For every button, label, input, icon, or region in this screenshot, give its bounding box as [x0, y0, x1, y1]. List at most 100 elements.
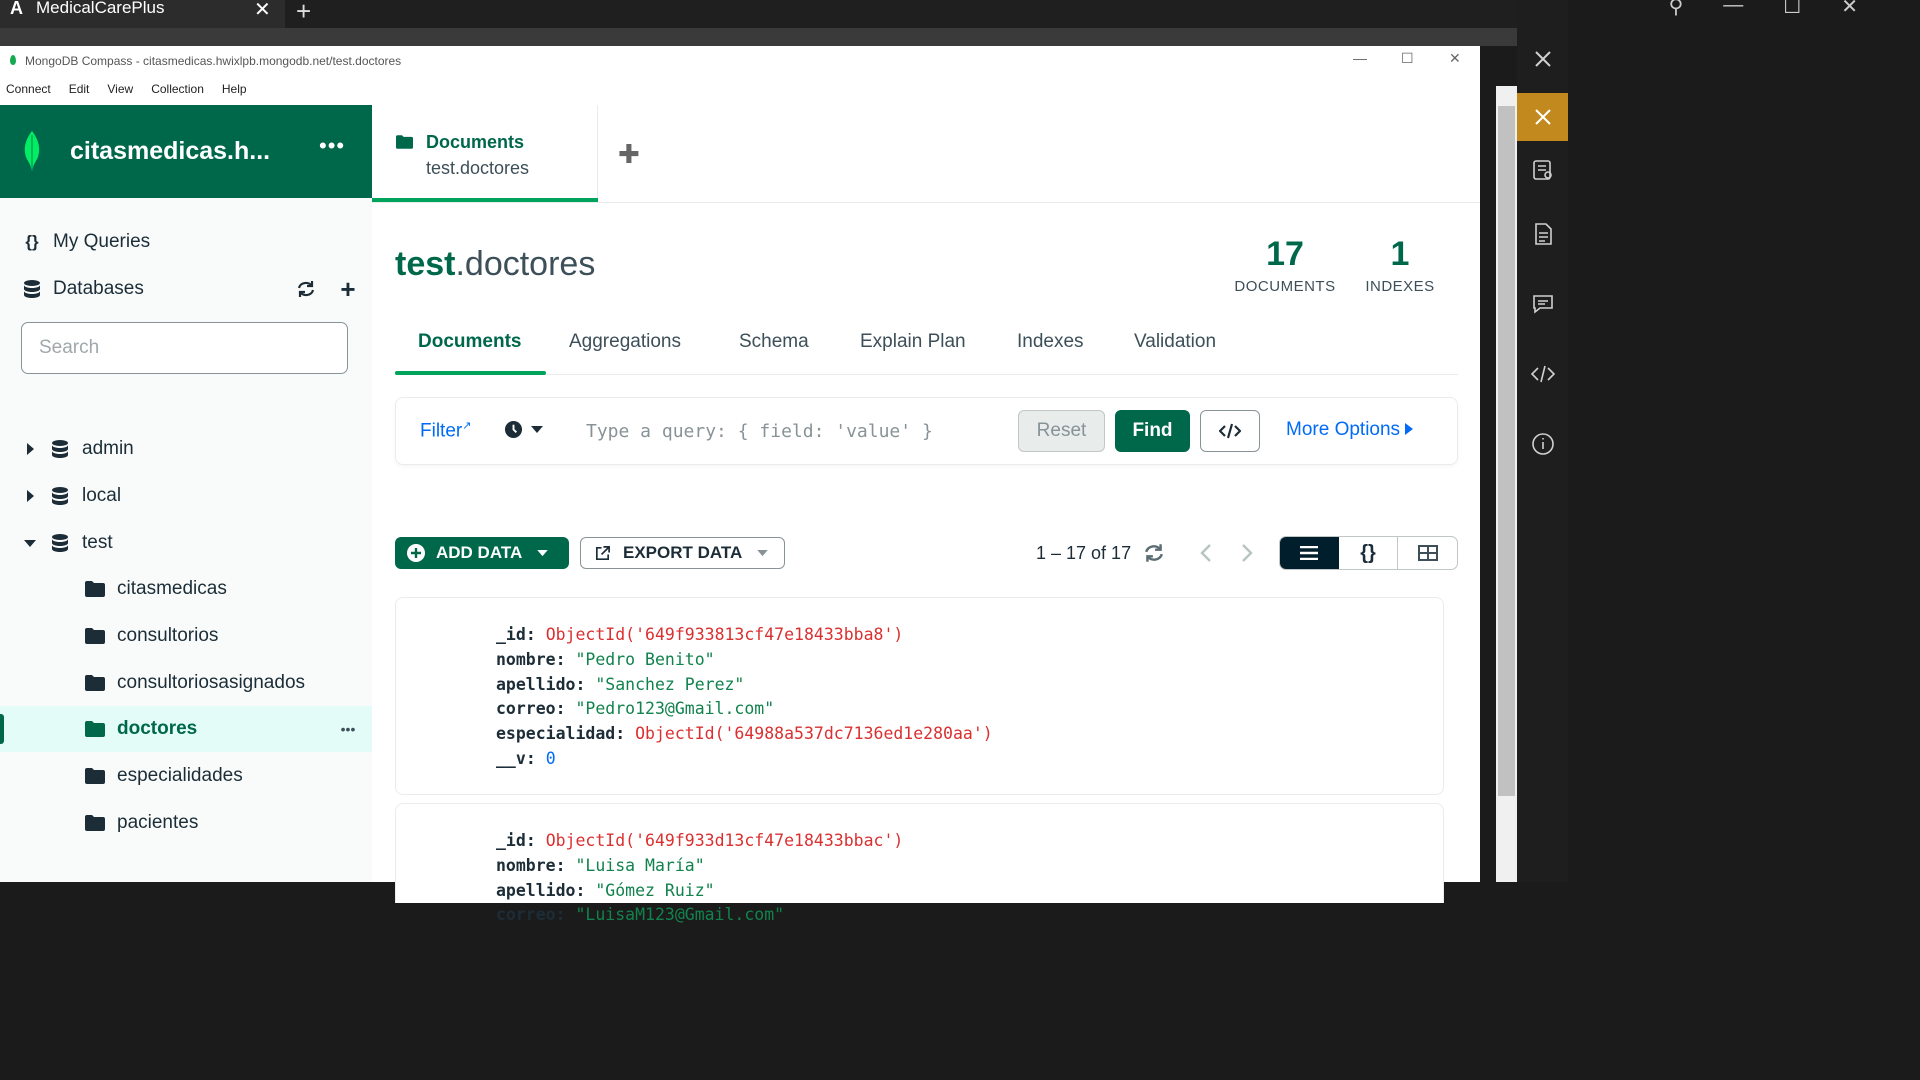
create-database-icon[interactable]: + [338, 274, 358, 305]
window-scrollbar[interactable] [1496, 86, 1517, 882]
query-history-button[interactable] [504, 420, 543, 439]
document-icon[interactable] [1517, 210, 1568, 258]
menu-view[interactable]: View [101, 82, 140, 102]
document-card[interactable]: _id: ObjectId('649f933d13cf47e18433bbac'… [395, 803, 1444, 924]
sidebar-item-databases[interactable]: Databases + [0, 266, 372, 312]
reader-view-icon[interactable] [1517, 146, 1568, 194]
export-to-language-button[interactable] [1200, 410, 1260, 452]
browser-close-icon[interactable]: ✕ [1841, 0, 1858, 19]
field-key: nombre [496, 856, 556, 875]
field-colon: : [615, 724, 636, 743]
field-nombre: nombre: "Luisa María" [496, 856, 705, 875]
field-key: _id [496, 831, 526, 850]
browser-tab[interactable]: A MedicalCarePlus ✕ [0, 0, 285, 28]
workspace-tab-documents[interactable]: Documents test.doctores [372, 105, 598, 202]
json-view-button[interactable]: {} [1339, 537, 1399, 569]
search-input[interactable] [22, 323, 347, 373]
caret-down-icon [757, 549, 769, 556]
folder-icon [85, 628, 105, 644]
list-view-button[interactable] [1280, 537, 1339, 569]
field-value: "Luisa María" [575, 856, 705, 875]
collection-more-icon[interactable]: ••• [338, 721, 358, 737]
query-input[interactable] [586, 412, 1006, 450]
browser-tab-close-icon[interactable]: ✕ [254, 0, 271, 22]
tab-documents[interactable]: Documents [418, 331, 521, 353]
code-view-icon[interactable] [1517, 350, 1568, 398]
browser-tab-title: MedicalCarePlus [36, 0, 165, 17]
tab-schema[interactable]: Schema [739, 331, 809, 353]
sidebar-collection-consultoriosasignados[interactable]: consultoriosasignados [0, 660, 372, 706]
tab-namespace: test.doctores [426, 158, 530, 178]
database-icon [50, 486, 70, 506]
connection-name[interactable]: citasmedicas.h... [70, 137, 270, 166]
next-page-icon[interactable] [1241, 543, 1253, 568]
sidebar-collection-especialidades[interactable]: especialidades [0, 753, 372, 799]
document-card[interactable]: _id: ObjectId('649f933813cf47e18433bba8'… [395, 597, 1444, 795]
browser-minimize-icon[interactable]: — [1723, 0, 1743, 19]
tab-indexes[interactable]: Indexes [1017, 331, 1084, 353]
menu-help[interactable]: Help [216, 82, 254, 102]
main-panel: Documents test.doctores ✚ test.doctores … [372, 105, 1480, 924]
tab-explain-plan[interactable]: Explain Plan [860, 331, 966, 353]
panel-active-close-icon[interactable] [1517, 93, 1568, 141]
sidebar-collection-doctores[interactable]: doctores ••• [0, 706, 372, 752]
field-value: ObjectId('649f933d13cf47e18433bbac') [545, 831, 904, 850]
menu-collection[interactable]: Collection [145, 82, 211, 102]
filter-label: Filter [420, 420, 463, 442]
panel-close-icon[interactable] [1517, 35, 1568, 83]
sidebar-db-test[interactable]: test [0, 520, 372, 566]
filter-link[interactable]: Filter↗ [420, 419, 471, 442]
export-data-button[interactable]: EXPORT DATA [580, 537, 785, 569]
refresh-databases-icon[interactable] [296, 280, 316, 298]
browser-search-icon[interactable]: ⚲ [1669, 0, 1684, 19]
database-icon [50, 439, 70, 459]
collection-subtabs: Documents Aggregations Schema Explain Pl… [395, 319, 1458, 375]
more-options-button[interactable]: More Options [1286, 419, 1414, 441]
collection-name: doctores [117, 718, 198, 739]
window-close-icon[interactable]: ✕ [1449, 50, 1461, 67]
caret-right-icon[interactable] [20, 490, 40, 502]
add-data-button[interactable]: ADD DATA [395, 537, 569, 569]
collection-name: citasmedicas [117, 578, 227, 599]
scrollbar-thumb[interactable] [1498, 106, 1515, 796]
sidebar-collection-citasmedicas[interactable]: citasmedicas [0, 566, 372, 612]
collection-name-title: .doctores [455, 245, 596, 283]
field-apellido: apellido: "Gómez Ruiz" [496, 881, 715, 900]
more-options-label: More Options [1286, 419, 1401, 440]
window-minimize-icon[interactable]: — [1353, 50, 1367, 66]
new-tab-button[interactable]: + [296, 0, 311, 27]
caret-right-icon[interactable] [20, 443, 40, 455]
external-link-icon: ↗ [462, 420, 472, 432]
connection-menu-icon[interactable]: ••• [319, 133, 345, 159]
window-maximize-icon[interactable]: ☐ [1401, 50, 1414, 67]
field-key: apellido [496, 675, 576, 694]
sidebar-collection-consultorios[interactable]: consultorios [0, 613, 372, 659]
table-view-button[interactable] [1398, 537, 1457, 569]
find-button[interactable]: Find [1115, 410, 1190, 452]
sidebar-item-my-queries[interactable]: {} My Queries [0, 219, 372, 265]
menu-edit[interactable]: Edit [63, 82, 97, 102]
folder-icon [85, 581, 105, 597]
code-icon [1219, 423, 1241, 439]
folder-icon [85, 815, 105, 831]
reset-button[interactable]: Reset [1018, 410, 1105, 452]
menu-connect[interactable]: Connect [0, 82, 58, 102]
mongodb-leaf-icon [24, 131, 40, 171]
collection-name: especialidades [117, 765, 243, 786]
db-name: admin [82, 438, 134, 459]
comment-icon[interactable] [1517, 280, 1568, 328]
query-filter-field[interactable] [586, 412, 1006, 450]
sidebar-db-local[interactable]: local [0, 473, 372, 519]
sidebar-search-field[interactable] [21, 322, 348, 374]
documents-count: 17 [1266, 235, 1304, 273]
tab-validation[interactable]: Validation [1134, 331, 1216, 353]
sidebar-collection-pacientes[interactable]: pacientes [0, 800, 372, 846]
tab-aggregations[interactable]: Aggregations [569, 331, 681, 353]
previous-page-icon[interactable] [1200, 543, 1212, 568]
browser-maximize-icon[interactable]: ☐ [1783, 0, 1801, 19]
add-tab-button[interactable]: ✚ [618, 139, 640, 170]
sidebar-db-admin[interactable]: admin [0, 426, 372, 472]
info-icon[interactable] [1517, 420, 1568, 468]
caret-down-icon[interactable] [20, 539, 40, 547]
refresh-documents-icon[interactable] [1143, 543, 1165, 568]
